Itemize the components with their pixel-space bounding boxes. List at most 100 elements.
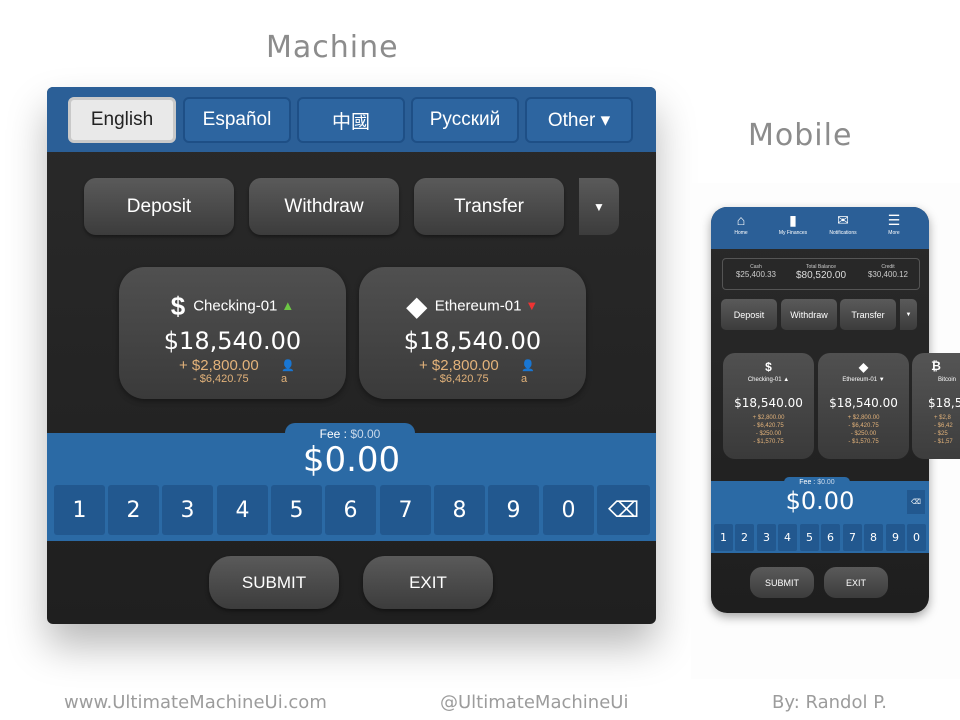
account-name: Ethereum-01 ▼ — [842, 377, 885, 383]
mobile-exit-button[interactable]: EXIT — [824, 567, 888, 598]
mobile-keypad-0[interactable]: 0 — [907, 524, 926, 551]
keypad-0[interactable]: 0 — [543, 485, 594, 535]
mobile-backspace-button[interactable]: ⌫ — [907, 490, 925, 514]
mobile-keypad-2[interactable]: 2 — [735, 524, 754, 551]
bitcoin-icon: ₿ — [931, 359, 941, 373]
mobile-nav-bar: ⌂ Home ▮ My Finances ✉ Notifications ☰ More — [711, 207, 929, 249]
mobile-account-card-ethereum[interactable]: ◆ Ethereum-01 ▼ $18,540.00 + $2,800.00 -… — [818, 353, 909, 459]
nav-label: Home — [734, 230, 748, 236]
lang-other-dropdown[interactable]: Other ▾ — [525, 97, 633, 143]
mobile-ui: ⌂ Home ▮ My Finances ✉ Notifications ☰ More … — [711, 207, 929, 613]
footer-website: www.UltimateMachineUi.com — [64, 692, 327, 713]
backspace-icon: ⌫ — [911, 499, 921, 506]
mobile-keypad-1[interactable]: 1 — [714, 524, 733, 551]
menu-icon: ☰ — [887, 212, 901, 228]
keypad-2[interactable]: 2 — [108, 485, 159, 535]
nav-label: Notifications — [829, 230, 857, 236]
mobile-keypad-3[interactable]: 3 — [757, 524, 776, 551]
keypad-7[interactable]: 7 — [380, 485, 431, 535]
mobile-heading: Mobile — [748, 118, 853, 153]
bar-chart-icon: ▮ — [789, 212, 797, 228]
mobile-withdraw-button[interactable]: Withdraw — [781, 299, 837, 330]
lang-espanol-button[interactable]: Español — [183, 97, 291, 143]
amazon-icon: a — [281, 373, 288, 385]
backspace-icon: ⌫ — [607, 497, 640, 523]
nav-notifications[interactable]: ✉ Notifications — [818, 212, 868, 236]
account-name: Checking-01 — [193, 297, 278, 315]
account-balance: $18,540.00 — [163, 327, 302, 355]
mobile-account-card-bitcoin-partial[interactable]: ₿ Bitcoin $18,5 + $2,8 - $6,42 - $25 - $… — [912, 353, 960, 459]
transfer-button[interactable]: Transfer — [414, 178, 564, 235]
mobile-amount-display: $0.00 — [785, 487, 855, 515]
account-credit: + $2,800.00 — [179, 357, 259, 374]
lang-chinese-button[interactable]: 中國 — [297, 97, 405, 143]
mobile-transfer-button[interactable]: Transfer — [840, 299, 896, 330]
ethereum-icon: ◆ — [406, 291, 427, 321]
nav-more[interactable]: ☰ More — [869, 212, 919, 236]
account-debit: - $6,420.75 — [433, 373, 489, 385]
mobile-keypad-4[interactable]: 4 — [778, 524, 797, 551]
lang-russian-button[interactable]: Русский — [411, 97, 519, 143]
mobile-more-actions-dropdown[interactable]: ▼ — [900, 299, 917, 330]
deposit-button[interactable]: Deposit — [84, 178, 234, 235]
keypad-6[interactable]: 6 — [325, 485, 376, 535]
footer-handle: @UltimateMachineUi — [440, 692, 629, 713]
backspace-button[interactable]: ⌫ — [597, 485, 650, 535]
nav-label: My Finances — [778, 230, 808, 236]
person-icon: 👤 — [281, 360, 295, 372]
dollar-icon: $ — [765, 360, 772, 374]
account-name: Bitcoin — [938, 377, 957, 383]
envelope-icon: ✉ — [837, 212, 849, 228]
account-line: - $6,420.75 — [848, 423, 879, 429]
fee-value: $0.00 — [350, 427, 381, 441]
mobile-submit-button[interactable]: SUBMIT — [750, 567, 814, 598]
mobile-keypad-8[interactable]: 8 — [864, 524, 883, 551]
account-line: - $6,420.75 — [753, 423, 784, 429]
balance-summary: Cash $25,400.33 Total Balance $80,520.00 C… — [722, 258, 920, 290]
account-line: - $1,57 — [934, 439, 953, 445]
mobile-deposit-button[interactable]: Deposit — [721, 299, 777, 330]
keypad-8[interactable]: 8 — [434, 485, 485, 535]
nav-my-finances[interactable]: ▮ My Finances — [768, 212, 818, 236]
keypad-9[interactable]: 9 — [488, 485, 539, 535]
nav-label: More — [888, 230, 900, 236]
withdraw-button[interactable]: Withdraw — [249, 178, 399, 235]
machine-ui: English Español 中國 Русский Other ▾ Depos… — [47, 87, 656, 624]
mobile-account-card-checking[interactable]: $ Checking-01 ▲ $18,540.00 + $2,800.00 -… — [723, 353, 814, 459]
account-balance: $18,540.00 — [734, 396, 803, 410]
account-balance: $18,540.00 — [403, 327, 542, 355]
credit-balance: Credit $30,400.12 — [867, 264, 909, 279]
trend-down-icon: ▼ — [525, 298, 539, 314]
mobile-keypad-7[interactable]: 7 — [843, 524, 862, 551]
account-card-checking[interactable]: $ Checking-01 ▲ $18,540.00 + $2,800.00 - $… — [119, 267, 346, 399]
submit-button[interactable]: SUBMIT — [209, 556, 339, 609]
account-name: Checking-01 ▲ — [747, 377, 790, 383]
account-balance: $18,540.00 — [829, 396, 898, 410]
chevron-down-icon: ▼ — [905, 311, 912, 318]
account-line: + $2,800.00 — [847, 415, 880, 421]
mobile-keypad-9[interactable]: 9 — [886, 524, 905, 551]
mobile-keypad-6[interactable]: 6 — [821, 524, 840, 551]
lang-english-button[interactable]: English — [68, 97, 176, 143]
amazon-icon: a — [521, 373, 528, 385]
account-line: - $6,42 — [934, 423, 953, 429]
exit-button[interactable]: EXIT — [363, 556, 493, 609]
account-balance: $18,5 — [928, 396, 960, 410]
ethereum-icon: ◆ — [858, 360, 869, 374]
account-line: - $1,570.75 — [848, 439, 879, 445]
account-card-ethereum[interactable]: ◆ Ethereum-01 ▼ $18,540.00 + $2,800.00 - $… — [359, 267, 586, 399]
mobile-keypad-5[interactable]: 5 — [800, 524, 819, 551]
keypad-5[interactable]: 5 — [271, 485, 322, 535]
nav-home[interactable]: ⌂ Home — [716, 212, 766, 236]
account-name: Ethereum-01 — [434, 297, 522, 315]
account-line: - $25 — [934, 431, 948, 437]
keypad-3[interactable]: 3 — [162, 485, 213, 535]
footer-author: By: Randol P. — [772, 692, 887, 713]
more-actions-dropdown[interactable]: ▼ — [579, 178, 619, 235]
account-line: + $2,8 — [934, 415, 951, 421]
keypad-4[interactable]: 4 — [217, 485, 268, 535]
account-debit: - $6,420.75 — [193, 373, 249, 385]
keypad-1[interactable]: 1 — [54, 485, 105, 535]
fee-value: $0.00 — [817, 479, 835, 486]
person-icon: 👤 — [521, 360, 535, 372]
